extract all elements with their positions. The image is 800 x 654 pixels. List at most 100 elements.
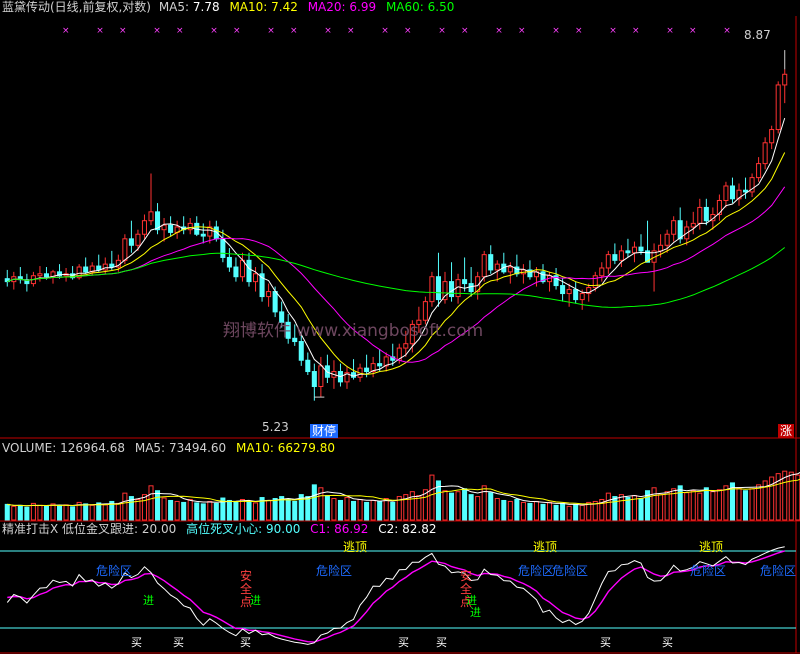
signal-marker: × (461, 26, 469, 36)
c1-value: 86.92 (334, 522, 369, 536)
volume-bar (703, 487, 709, 521)
main-panel-header: 蓝黛传动(日线,前复权,对数) MA5: 7.78 MA10: 7.42 MA2… (2, 0, 454, 14)
volume-bar (416, 495, 422, 521)
volume-value: 126964.68 (60, 441, 126, 455)
candle (507, 266, 513, 273)
buy-label: 买 (662, 636, 673, 649)
volume-bar (449, 492, 455, 521)
candle (449, 281, 455, 298)
volume-bar (233, 501, 239, 521)
candle (690, 222, 696, 228)
candle (298, 341, 304, 361)
candle (612, 254, 618, 261)
candle (775, 84, 781, 131)
signal-marker: × (689, 26, 697, 36)
signal-marker: × (518, 26, 526, 36)
candle (364, 367, 370, 373)
volume-bar (141, 494, 147, 521)
volume-bar (331, 498, 337, 521)
candle (488, 254, 494, 271)
indicator-panel-header: 精准打击X 低位金叉跟进: 20.00 高位死叉小心: 90.00 C1: 86… (2, 522, 437, 536)
candle (729, 185, 735, 200)
volume-bar (96, 502, 102, 521)
zone-label: 危险区 (690, 564, 727, 578)
volume-bar (409, 491, 415, 521)
c2-label: C2: (378, 522, 399, 536)
volume-bar (442, 490, 448, 521)
volume-bar (710, 491, 716, 521)
candle (782, 73, 788, 86)
high-price-label: 8.87 (744, 28, 771, 42)
candle (128, 238, 134, 246)
volume-bar (638, 498, 644, 521)
ma5-label: MA5: (158, 0, 190, 14)
volume-bar (625, 497, 631, 521)
candle (233, 266, 239, 278)
volume-bar (122, 492, 128, 521)
volume-bar (573, 503, 579, 521)
volume-bar (507, 500, 513, 521)
signal-marker: × (347, 26, 355, 36)
candle (148, 211, 154, 222)
volume-bar (494, 498, 500, 521)
zone-label: 危险区 (316, 564, 353, 578)
vol-ma5-label: MA5: (134, 441, 166, 455)
volume-bar (337, 499, 343, 521)
volume-panel-header: VOLUME: 126964.68 MA5: 73494.60 MA10: 66… (2, 441, 335, 455)
volume-bar (115, 502, 121, 521)
candle (239, 259, 245, 278)
volume-bar (174, 500, 180, 521)
candle (37, 273, 43, 277)
candle (266, 291, 272, 298)
candle (468, 283, 474, 293)
enter-label: 进 (250, 594, 261, 607)
volume-bar (17, 504, 23, 521)
candle (494, 263, 500, 271)
volume-bar (168, 499, 174, 521)
candle (161, 224, 167, 231)
candle (481, 254, 487, 278)
candle (377, 363, 383, 367)
c1-label: C1: (310, 522, 331, 536)
volume-bar (586, 501, 592, 521)
volume-bar (618, 494, 624, 521)
limit-up-badge: 涨 (778, 424, 795, 438)
volume-bar (697, 492, 703, 521)
candle (220, 238, 226, 258)
volume-bar (690, 490, 696, 521)
candle (677, 220, 683, 240)
candle (769, 129, 775, 144)
candle (168, 224, 174, 233)
candle (272, 291, 278, 313)
volume-bar (370, 499, 376, 521)
candle (638, 246, 644, 252)
signal-marker: × (176, 26, 184, 36)
zone-label: 危险区 (760, 564, 797, 578)
ma60-value: 6.50 (427, 0, 455, 14)
volume-bar (716, 489, 722, 521)
buy-label: 买 (173, 636, 184, 649)
candle (671, 220, 677, 235)
volume-bar (429, 474, 435, 521)
volume-bar (344, 497, 350, 521)
candle (579, 293, 585, 301)
volume-bar (520, 501, 526, 521)
candle (743, 189, 749, 193)
signal-marker: × (267, 26, 275, 36)
volume-bar (560, 502, 566, 521)
enter-label: 进 (143, 594, 154, 607)
volume-bar (187, 498, 193, 521)
candle (135, 233, 141, 246)
volume-bar (756, 484, 762, 521)
volume-bar (207, 500, 213, 521)
candle (716, 200, 722, 215)
volume-bar (161, 497, 167, 521)
low-price-label: 5.23 (262, 420, 289, 434)
high-cross-label: 高位死叉小心: (186, 522, 263, 536)
event-badge[interactable]: 财停 (310, 424, 339, 438)
candle (605, 254, 611, 269)
volume-bar (743, 490, 749, 521)
volume-bar (181, 501, 187, 521)
candle (566, 289, 572, 295)
volume-bar (305, 496, 311, 521)
